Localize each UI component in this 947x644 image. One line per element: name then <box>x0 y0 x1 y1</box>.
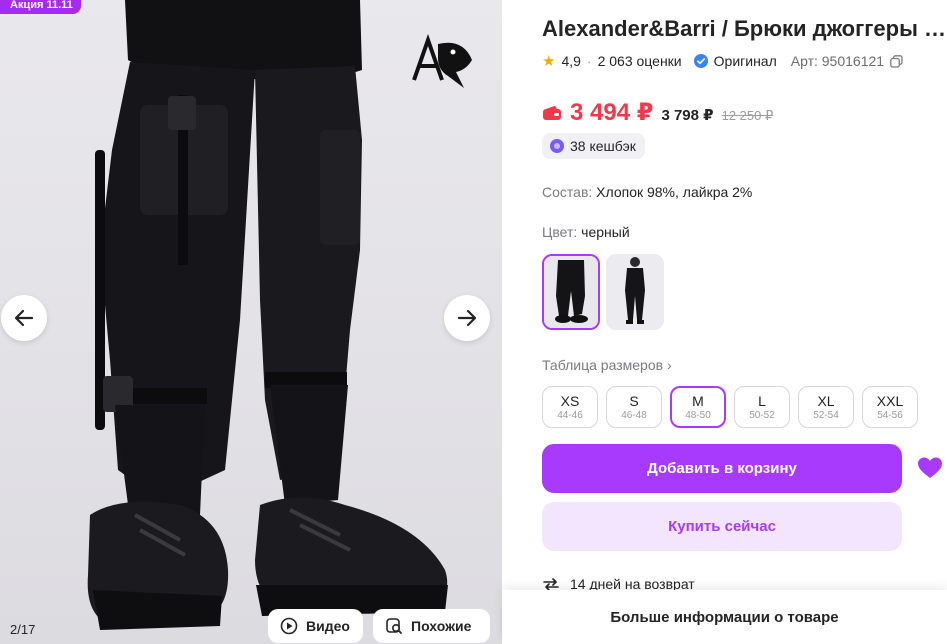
color-swatch-selected[interactable] <box>542 254 600 330</box>
cashback-coin-icon <box>550 139 564 153</box>
color-label: Цвет: <box>542 224 578 240</box>
product-gallery: Акция 11.11 2/17 Видео Похожие <box>0 0 502 644</box>
product-info-panel: Alexander&Barri / Брюки джоггеры мужские… <box>502 0 947 644</box>
size-range: 54-56 <box>877 409 903 421</box>
size-option-m[interactable]: M 48-50 <box>670 386 726 428</box>
size-table-link[interactable]: Таблица размеров › <box>542 357 672 373</box>
swatch-thumbnail-1 <box>544 256 598 328</box>
composition: Состав: Хлопок 98%, лайкра 2% <box>542 184 752 200</box>
current-price: 3 798 ₽ <box>661 107 714 124</box>
size-range: 50-52 <box>749 409 775 421</box>
copy-icon[interactable] <box>890 54 903 68</box>
size-range: 44-46 <box>557 409 583 421</box>
size-range: 48-50 <box>685 409 711 421</box>
size-label: L <box>758 392 766 409</box>
color-info: Цвет: черный <box>542 224 630 240</box>
video-button[interactable]: Видео <box>268 609 363 643</box>
buy-now-button[interactable]: Купить сейчас <box>542 502 902 551</box>
size-option-l[interactable]: L 50-52 <box>734 386 790 428</box>
color-value: черный <box>581 224 630 240</box>
wallet-icon <box>543 105 561 120</box>
heart-icon[interactable] <box>917 456 943 480</box>
reviews-link[interactable]: 2 063 оценки <box>598 53 682 69</box>
arrow-left-icon <box>14 309 34 327</box>
prev-image-button[interactable] <box>1 295 47 341</box>
video-label: Видео <box>306 618 350 634</box>
price-row: 3 494 ₽ 3 798 ₽ 12 250 ₽ <box>542 98 773 127</box>
arrow-right-icon <box>457 309 477 327</box>
promo-badge: Акция 11.11 <box>0 0 81 14</box>
verified-check-icon <box>693 54 708 68</box>
size-option-xxl[interactable]: XXL 54-56 <box>862 386 918 428</box>
more-info-button[interactable]: Больше информации о товаре <box>502 590 947 644</box>
size-option-xs[interactable]: XS 44-46 <box>542 386 598 428</box>
size-label: XS <box>560 392 580 409</box>
article-number: Арт: 95016121 <box>791 53 884 69</box>
add-to-cart-button[interactable]: Добавить в корзину <box>542 444 902 493</box>
composition-value: Хлопок 98%, лайкра 2% <box>596 184 753 200</box>
similar-button[interactable]: Похожие <box>373 609 490 643</box>
size-option-s[interactable]: S 46-48 <box>606 386 662 428</box>
meta-separator: · <box>586 53 592 69</box>
size-label: M <box>692 392 704 409</box>
size-range: 52-54 <box>813 409 839 421</box>
article-value: 95016121 <box>821 53 885 69</box>
color-swatch-2[interactable] <box>606 254 664 330</box>
rating-value: 4,9 <box>561 53 581 69</box>
chevron-right-icon: › <box>667 357 672 373</box>
brand-logo <box>412 33 472 88</box>
size-label: S <box>629 392 639 409</box>
size-table-label: Таблица размеров <box>542 357 664 373</box>
cashback-label: 38 кешбэк <box>570 138 636 154</box>
similar-search-icon <box>386 618 402 634</box>
cashback-badge[interactable]: 38 кешбэк <box>542 133 645 159</box>
star-icon: ★ <box>542 53 556 70</box>
wallet-price: 3 494 ₽ <box>570 99 654 126</box>
article-label: Арт: <box>790 53 818 69</box>
size-range: 46-48 <box>621 409 647 421</box>
original-label: Оригинал <box>713 53 777 69</box>
image-counter: 2/17 <box>10 622 36 637</box>
similar-label: Похожие <box>411 618 472 634</box>
play-icon <box>280 617 298 635</box>
size-label: XL <box>817 392 835 409</box>
next-image-button[interactable] <box>444 295 490 341</box>
product-meta: ★ 4,9 · 2 063 оценки Оригинал Арт: 95016… <box>542 52 903 70</box>
size-option-xl[interactable]: XL 52-54 <box>798 386 854 428</box>
product-photo <box>87 0 448 630</box>
old-price: 12 250 ₽ <box>721 108 774 123</box>
size-label: XXL <box>876 392 904 409</box>
size-selector: XS 44-46 S 46-48 M 48-50 L 50-52 XL 52-5… <box>542 386 918 428</box>
product-title: Alexander&Barri / Брюки джоггеры мужские <box>542 16 947 41</box>
swatch-thumbnail-2 <box>606 254 664 330</box>
composition-label: Состав: <box>542 184 593 200</box>
